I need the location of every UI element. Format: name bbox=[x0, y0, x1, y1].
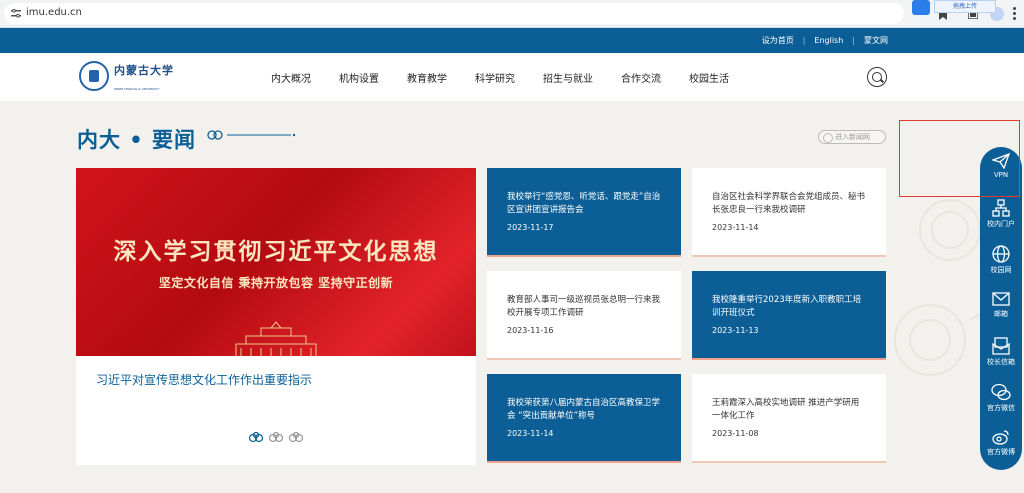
site-header: 内蒙古大学 INNER MONGOLIA UNIVERSITY 内大概况 机构设… bbox=[0, 53, 1024, 101]
url-text[interactable]: imu.edu.cn bbox=[26, 7, 82, 18]
news-title: 教育部人事司一级巡视员张总明一行来我校开展专项工作调研 bbox=[507, 295, 661, 318]
nav-item-overview[interactable]: 内大概况 bbox=[271, 70, 311, 85]
separator: | bbox=[802, 36, 806, 45]
banner-subtitle: 坚定文化自信 秉持开放包容 坚持守正创新 bbox=[158, 276, 394, 290]
sidebar-item-label: 校长信箱 bbox=[987, 358, 1015, 366]
sidebar-item-label: 邮箱 bbox=[994, 310, 1008, 318]
upload-popup[interactable]: 拖拽上传 bbox=[912, 0, 1024, 15]
news-card[interactable]: 我校荣获第八届内蒙古自治区高教保卫学会 “突出贡献单位”称号 2023-11-1… bbox=[487, 374, 681, 463]
featured-caption[interactable]: 习近平对宣传思想文化工作作出重要指示 bbox=[96, 371, 312, 388]
news-title: 王莉霞深入高校实地调研 推进产学研用一体化工作 bbox=[712, 398, 860, 421]
letter-icon bbox=[992, 337, 1010, 355]
set-homepage-link[interactable]: 设为首页 bbox=[762, 35, 794, 46]
news-date: 2023-11-13 bbox=[712, 326, 759, 335]
separator: | bbox=[852, 36, 855, 45]
mail-icon bbox=[992, 292, 1010, 306]
mongolian-link[interactable]: 蒙文网 bbox=[864, 35, 888, 46]
university-emblem-icon[interactable] bbox=[79, 61, 109, 91]
nav-item-institutions[interactable]: 机构设置 bbox=[339, 70, 379, 85]
utility-bar: 设为首页 | English | 蒙文网 bbox=[0, 28, 1024, 53]
news-title: 自治区社会科学界联合会党组成员、秘书长张忠良一行来我校调研 bbox=[712, 192, 866, 215]
globe-icon bbox=[992, 245, 1010, 263]
sidebar-item-label: 校内门户 bbox=[987, 220, 1015, 228]
site-info-icon[interactable] bbox=[11, 9, 21, 18]
news-date: 2023-11-14 bbox=[712, 223, 759, 232]
nav-item-admissions[interactable]: 招生与就业 bbox=[543, 70, 593, 85]
more-news-button[interactable]: 进入新闻网 bbox=[818, 130, 886, 144]
news-card[interactable]: 我校隆重举行2023年度新入职教职工培训开班仪式 2023-11-13 bbox=[692, 271, 886, 360]
news-card[interactable]: 自治区社会科学界联合会党组成员、秘书长张忠良一行来我校调研 2023-11-14 bbox=[692, 168, 886, 257]
building-illustration-icon bbox=[235, 321, 317, 356]
banner-title: 深入学习贯彻习近平文化思想 bbox=[113, 239, 439, 265]
sidebar-item-label: 校园网 bbox=[990, 266, 1012, 274]
news-card[interactable]: 教育部人事司一级巡视员张总明一行来我校开展专项工作调研 2023-11-16 bbox=[487, 271, 681, 360]
carousel-dot-icon[interactable] bbox=[289, 432, 303, 443]
news-date: 2023-11-14 bbox=[507, 429, 554, 438]
sidebar-item-wechat[interactable]: 官方微信 bbox=[980, 383, 1022, 413]
sidebar-item-label: 官方微信 bbox=[987, 404, 1015, 412]
featured-news[interactable]: 深入学习贯彻习近平文化思想 坚定文化自信 秉持开放包容 坚持守正创新 习近平对宣… bbox=[76, 168, 476, 465]
english-link[interactable]: English bbox=[814, 36, 843, 45]
cloud-upload-icon[interactable] bbox=[912, 0, 930, 15]
featured-banner[interactable]: 深入学习贯彻习近平文化思想 坚定文化自信 秉持开放包容 坚持守正创新 bbox=[76, 168, 476, 356]
carousel-dot-active-icon[interactable] bbox=[249, 432, 263, 443]
nav-item-research[interactable]: 科学研究 bbox=[475, 70, 515, 85]
address-bar[interactable]: imu.edu.cn bbox=[4, 3, 904, 24]
nav-item-education[interactable]: 教育教学 bbox=[407, 70, 447, 85]
browser-toolbar: imu.edu.cn bbox=[0, 0, 1024, 28]
logo-subtext: INNER MONGOLIA UNIVERSITY bbox=[114, 87, 160, 91]
news-title: 我校举行“感党恩、听党话、跟党走”自治区宣讲团宣讲报告会 bbox=[507, 192, 661, 215]
main-nav: 内大概况 机构设置 教育教学 科学研究 招生与就业 合作交流 校园生活 bbox=[271, 53, 757, 101]
sidebar-item-email[interactable]: 邮箱 bbox=[980, 291, 1022, 319]
sidebar-item-portal[interactable]: 校内门户 bbox=[980, 199, 1022, 229]
upload-popup-label[interactable]: 拖拽上传 bbox=[934, 0, 996, 13]
news-date: 2023-11-08 bbox=[712, 429, 759, 438]
logo-text[interactable]: 内蒙古大学 bbox=[114, 62, 174, 78]
wechat-icon bbox=[991, 383, 1011, 401]
news-card[interactable]: 王莉霞深入高校实地调研 推进产学研用一体化工作 2023-11-08 bbox=[692, 374, 886, 463]
weibo-icon bbox=[992, 430, 1009, 445]
news-card[interactable]: 我校举行“感党恩、听党话、跟党走”自治区宣讲团宣讲报告会 2023-11-17 bbox=[487, 168, 681, 257]
sidebar-item-weibo[interactable]: 官方微博 bbox=[980, 429, 1022, 457]
sidebar-item-president-mailbox[interactable]: 校长信箱 bbox=[980, 337, 1022, 367]
news-title: 我校荣获第八届内蒙古自治区高教保卫学会 “突出贡献单位”称号 bbox=[507, 398, 661, 421]
news-date: 2023-11-16 bbox=[507, 326, 554, 335]
search-button[interactable] bbox=[867, 67, 887, 87]
sidebar-item-campus-network[interactable]: 校园网 bbox=[980, 245, 1022, 275]
carousel-indicators bbox=[249, 432, 309, 444]
highlight-annotation-box bbox=[899, 120, 1020, 197]
section-title: 内大 • 要闻 bbox=[77, 128, 197, 152]
nav-item-campus-life[interactable]: 校园生活 bbox=[689, 70, 729, 85]
nav-item-cooperation[interactable]: 合作交流 bbox=[621, 70, 661, 85]
sidebar-item-label: 官方微博 bbox=[987, 448, 1015, 456]
news-date: 2023-11-17 bbox=[507, 223, 554, 232]
carousel-dot-icon[interactable] bbox=[269, 432, 283, 443]
news-title: 我校隆重举行2023年度新入职教职工培训开班仪式 bbox=[712, 295, 862, 318]
sitemap-icon bbox=[992, 199, 1010, 217]
title-decoration-icon bbox=[207, 130, 296, 140]
